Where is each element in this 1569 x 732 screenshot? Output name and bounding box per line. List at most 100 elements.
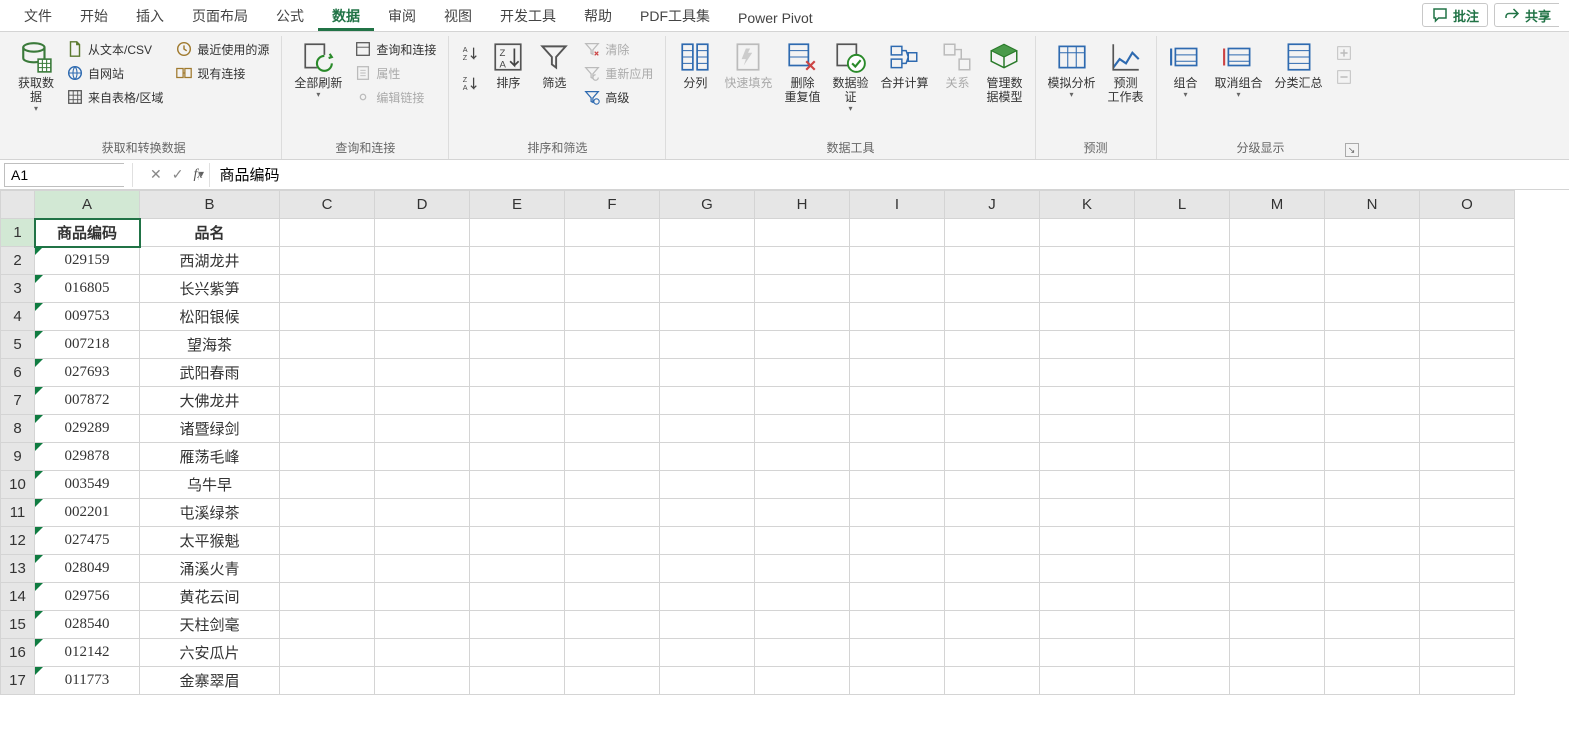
column-header-D[interactable]: D — [375, 191, 470, 219]
cell-B10[interactable]: 乌牛早 — [140, 471, 280, 499]
cell-M16[interactable] — [1230, 639, 1325, 667]
cell-C3[interactable] — [280, 275, 375, 303]
cell-G5[interactable] — [660, 331, 755, 359]
cell-E8[interactable] — [470, 415, 565, 443]
cell-L12[interactable] — [1135, 527, 1230, 555]
cell-D17[interactable] — [375, 667, 470, 695]
cell-M11[interactable] — [1230, 499, 1325, 527]
cell-J14[interactable] — [945, 583, 1040, 611]
cell-L6[interactable] — [1135, 359, 1230, 387]
cell-K13[interactable] — [1040, 555, 1135, 583]
cell-F8[interactable] — [565, 415, 660, 443]
cancel-formula-icon[interactable]: ✕ — [150, 166, 162, 183]
cell-I6[interactable] — [850, 359, 945, 387]
cell-C2[interactable] — [280, 247, 375, 275]
cell-F11[interactable] — [565, 499, 660, 527]
cell-N2[interactable] — [1325, 247, 1420, 275]
cell-O16[interactable] — [1420, 639, 1515, 667]
cell-O13[interactable] — [1420, 555, 1515, 583]
cell-M9[interactable] — [1230, 443, 1325, 471]
cell-H6[interactable] — [755, 359, 850, 387]
cell-K5[interactable] — [1040, 331, 1135, 359]
cell-O10[interactable] — [1420, 471, 1515, 499]
cell-H15[interactable] — [755, 611, 850, 639]
subtotal-button[interactable]: 分类汇总 — [1269, 36, 1329, 94]
cell-J13[interactable] — [945, 555, 1040, 583]
cell-B5[interactable]: 望海茶 — [140, 331, 280, 359]
column-header-I[interactable]: I — [850, 191, 945, 219]
row-header-1[interactable]: 1 — [1, 219, 35, 247]
cell-I13[interactable] — [850, 555, 945, 583]
cell-E2[interactable] — [470, 247, 565, 275]
sort-desc-button[interactable]: ZA — [459, 72, 481, 94]
existing-connections-button[interactable]: 现有连接 — [173, 62, 271, 84]
cell-B4[interactable]: 松阳银候 — [140, 303, 280, 331]
column-header-C[interactable]: C — [280, 191, 375, 219]
cell-E10[interactable] — [470, 471, 565, 499]
cell-D9[interactable] — [375, 443, 470, 471]
cell-L7[interactable] — [1135, 387, 1230, 415]
cell-K7[interactable] — [1040, 387, 1135, 415]
cell-D8[interactable] — [375, 415, 470, 443]
text-to-columns-button[interactable]: 分列 — [672, 36, 718, 94]
cell-N6[interactable] — [1325, 359, 1420, 387]
cell-K2[interactable] — [1040, 247, 1135, 275]
cell-M3[interactable] — [1230, 275, 1325, 303]
cell-L1[interactable] — [1135, 219, 1230, 247]
cell-J11[interactable] — [945, 499, 1040, 527]
cell-B13[interactable]: 涌溪火青 — [140, 555, 280, 583]
cell-G17[interactable] — [660, 667, 755, 695]
cell-K10[interactable] — [1040, 471, 1135, 499]
cell-G1[interactable] — [660, 219, 755, 247]
row-header-15[interactable]: 15 — [1, 611, 35, 639]
cell-O1[interactable] — [1420, 219, 1515, 247]
tab-视图[interactable]: 视图 — [430, 0, 486, 31]
cell-I1[interactable] — [850, 219, 945, 247]
cell-N10[interactable] — [1325, 471, 1420, 499]
cell-O14[interactable] — [1420, 583, 1515, 611]
cell-H13[interactable] — [755, 555, 850, 583]
cell-C16[interactable] — [280, 639, 375, 667]
cell-H12[interactable] — [755, 527, 850, 555]
cell-C4[interactable] — [280, 303, 375, 331]
cell-M15[interactable] — [1230, 611, 1325, 639]
cell-L4[interactable] — [1135, 303, 1230, 331]
cell-J3[interactable] — [945, 275, 1040, 303]
get-data-button[interactable]: 获取数 据 ▾ — [12, 36, 60, 117]
cell-J9[interactable] — [945, 443, 1040, 471]
cell-G14[interactable] — [660, 583, 755, 611]
outline-dialog-launcher[interactable]: ↘ — [1345, 143, 1359, 157]
cell-O6[interactable] — [1420, 359, 1515, 387]
cell-J15[interactable] — [945, 611, 1040, 639]
cell-H3[interactable] — [755, 275, 850, 303]
cell-O11[interactable] — [1420, 499, 1515, 527]
cell-G2[interactable] — [660, 247, 755, 275]
cell-B15[interactable]: 天柱剑毫 — [140, 611, 280, 639]
cell-J16[interactable] — [945, 639, 1040, 667]
cell-C12[interactable] — [280, 527, 375, 555]
column-header-O[interactable]: O — [1420, 191, 1515, 219]
row-header-3[interactable]: 3 — [1, 275, 35, 303]
cell-B16[interactable]: 六安瓜片 — [140, 639, 280, 667]
cell-D4[interactable] — [375, 303, 470, 331]
whatif-analysis-button[interactable]: 模拟分析 ▾ — [1042, 36, 1102, 103]
cell-J2[interactable] — [945, 247, 1040, 275]
cell-B1[interactable]: 品名 — [140, 219, 280, 247]
tab-开发工具[interactable]: 开发工具 — [486, 0, 570, 31]
cell-D10[interactable] — [375, 471, 470, 499]
column-header-K[interactable]: K — [1040, 191, 1135, 219]
cell-B2[interactable]: 西湖龙井 — [140, 247, 280, 275]
cell-H11[interactable] — [755, 499, 850, 527]
cell-A10[interactable]: 003549 — [35, 471, 140, 499]
cell-F7[interactable] — [565, 387, 660, 415]
cell-D5[interactable] — [375, 331, 470, 359]
show-detail-button[interactable] — [1333, 42, 1355, 64]
cell-I16[interactable] — [850, 639, 945, 667]
cell-N13[interactable] — [1325, 555, 1420, 583]
cell-G4[interactable] — [660, 303, 755, 331]
row-header-7[interactable]: 7 — [1, 387, 35, 415]
cell-G8[interactable] — [660, 415, 755, 443]
cell-C10[interactable] — [280, 471, 375, 499]
cell-D16[interactable] — [375, 639, 470, 667]
cell-A14[interactable]: 029756 — [35, 583, 140, 611]
